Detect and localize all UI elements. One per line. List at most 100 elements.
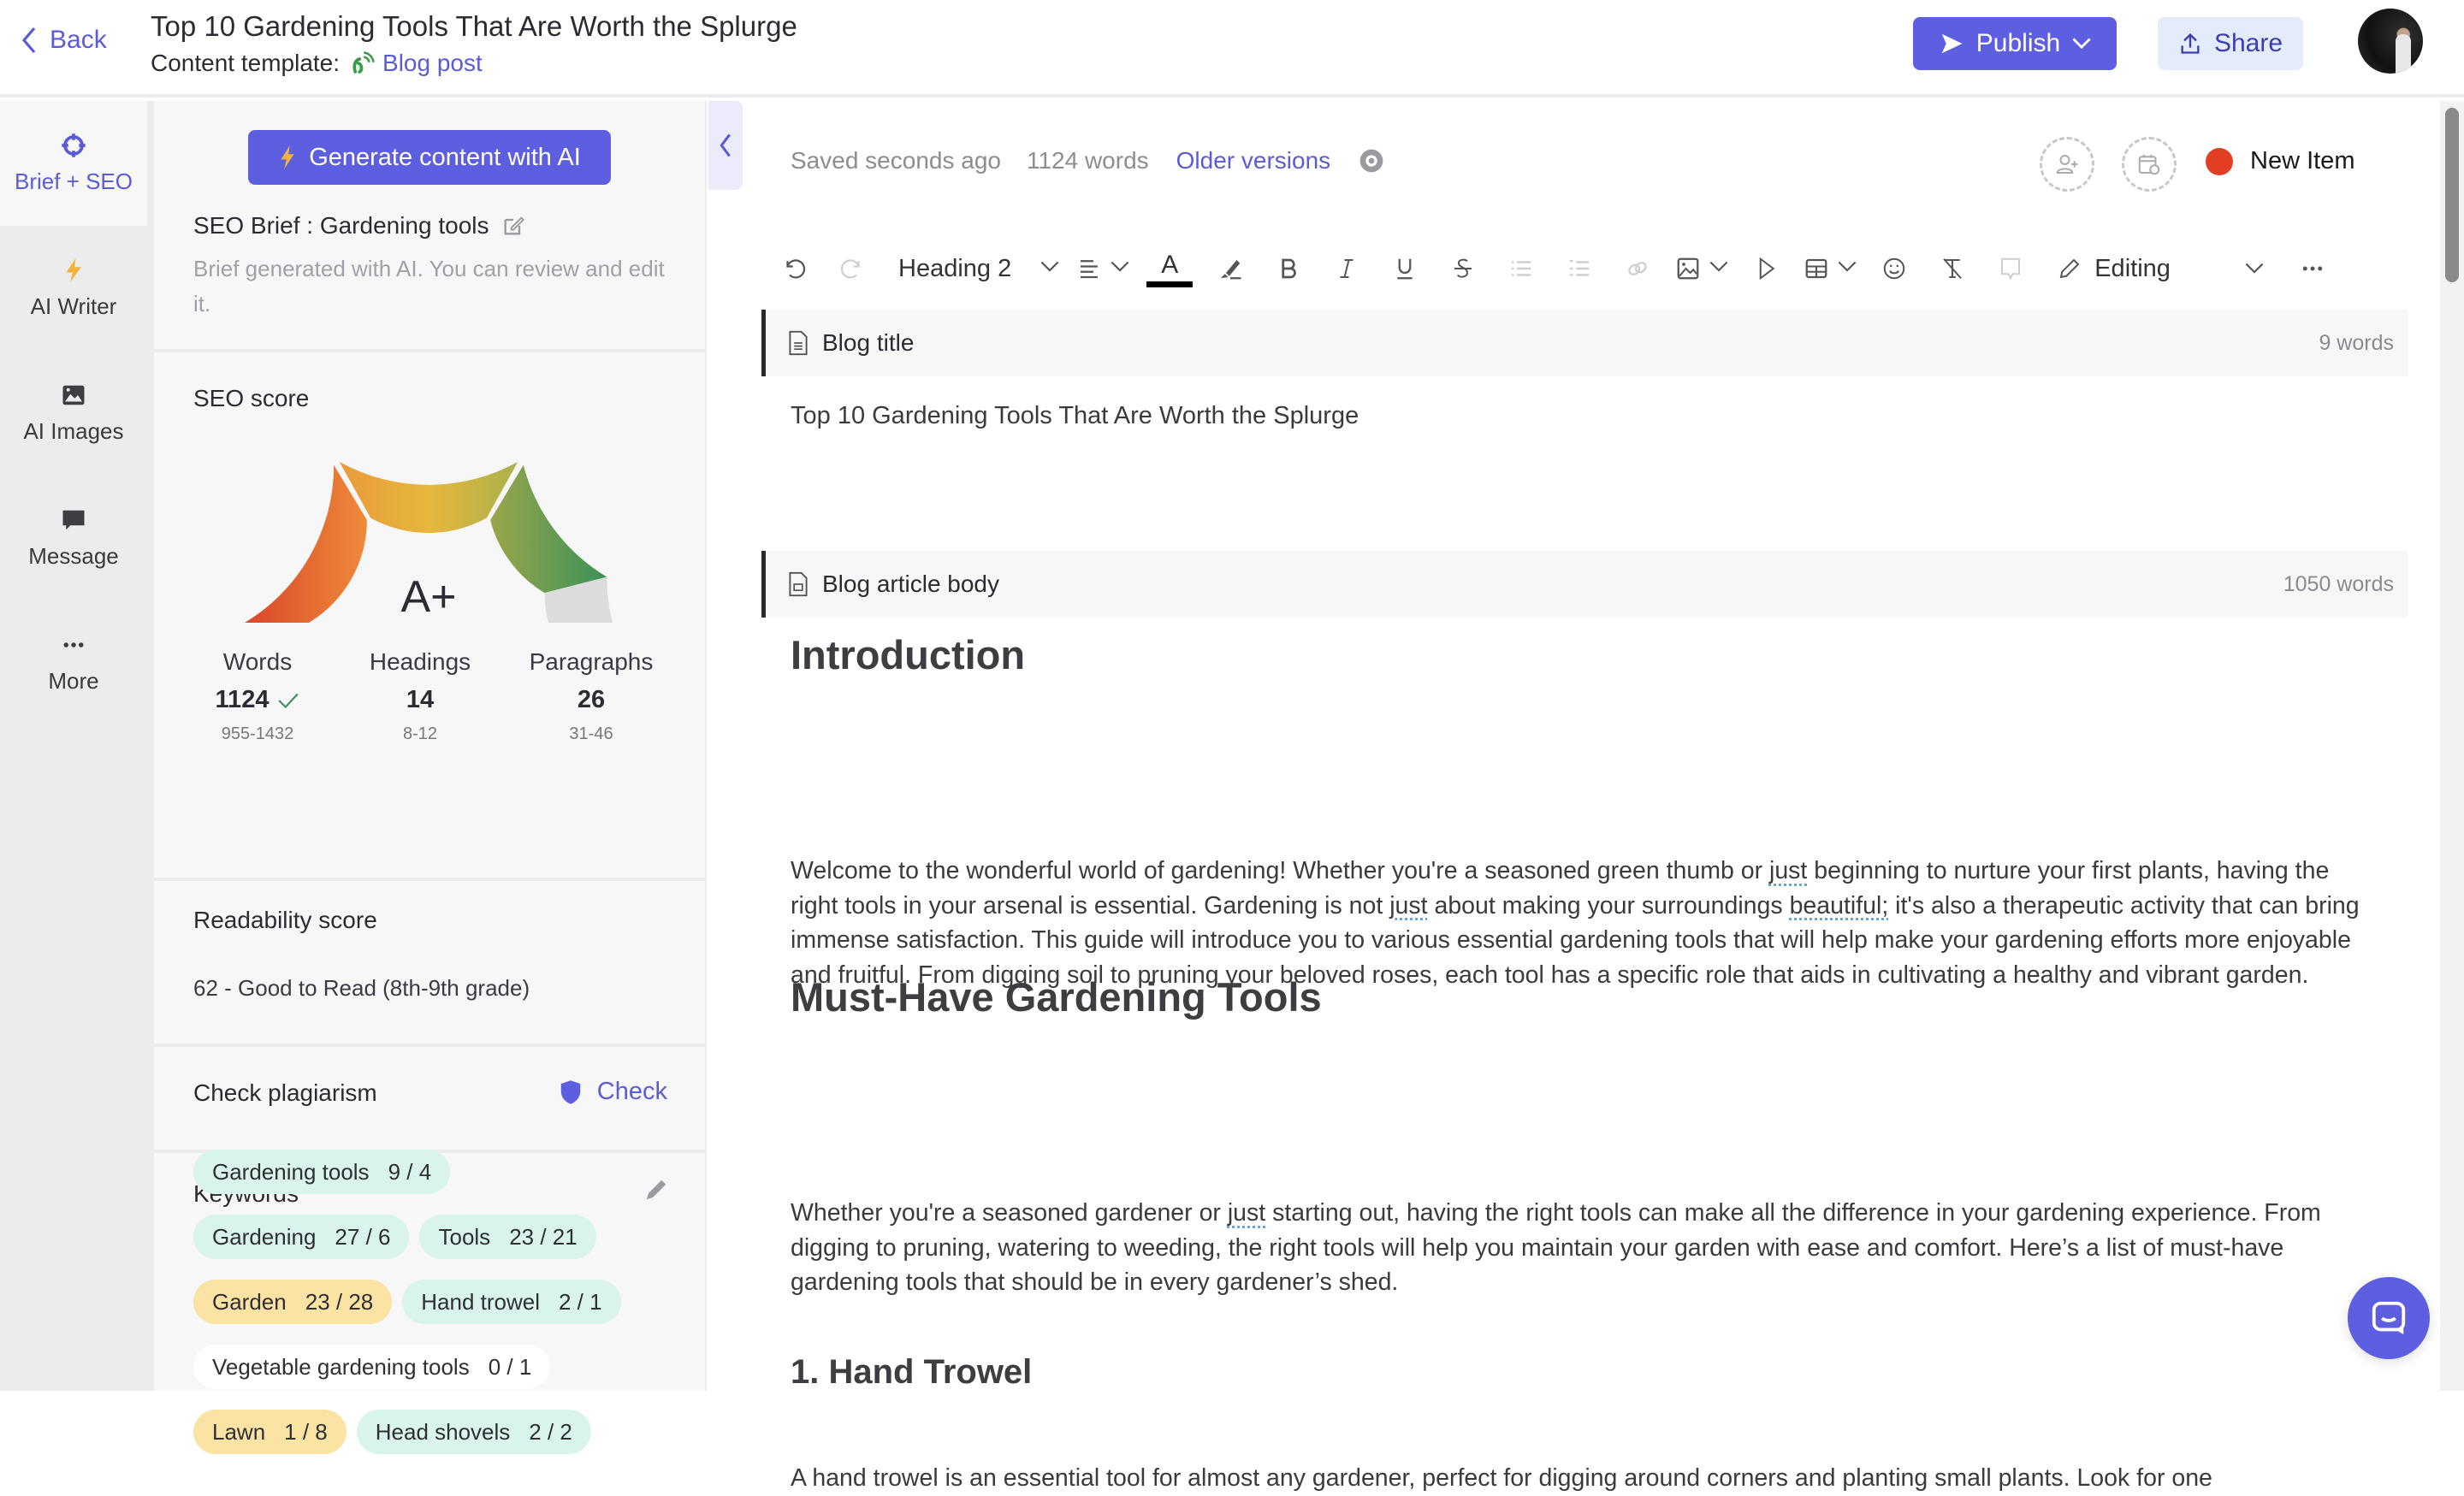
schedule-button[interactable] xyxy=(2122,137,2177,192)
block-style-dropdown[interactable]: Heading 2 xyxy=(890,243,1059,294)
insert-media-button[interactable] xyxy=(1745,243,1786,294)
underline-button[interactable] xyxy=(1384,243,1425,294)
block-word-count: 1050 words xyxy=(2283,571,2394,596)
back-button[interactable]: Back xyxy=(21,26,107,55)
font-color-button[interactable]: A xyxy=(1146,243,1194,294)
bold-button[interactable] xyxy=(1268,243,1309,294)
edit-icon[interactable] xyxy=(501,214,525,238)
keyword-chip[interactable]: Lawn 1 / 8 xyxy=(193,1410,346,1454)
share-button[interactable]: Share xyxy=(2158,17,2303,70)
keyword-chip[interactable]: Garden 23 / 28 xyxy=(193,1280,393,1324)
checkmark-icon xyxy=(278,693,299,708)
redo-button[interactable] xyxy=(832,243,873,294)
bullet-list-button[interactable] xyxy=(1501,243,1542,294)
mode-chevron[interactable] xyxy=(2234,243,2275,294)
blog-title-input[interactable]: Top 10 Gardening Tools That Are Worth th… xyxy=(791,402,1359,430)
keyword-chip[interactable]: Hand trowel 2 / 1 xyxy=(402,1280,621,1324)
rail-item-brief-seo[interactable]: Brief + SEO xyxy=(0,101,147,226)
more-options-button[interactable] xyxy=(2292,243,2333,294)
heading-introduction: Introduction xyxy=(791,632,1026,677)
publish-button[interactable]: Publish xyxy=(1913,17,2117,70)
bullet-list-icon xyxy=(1511,261,1531,276)
align-dropdown[interactable] xyxy=(1076,243,1129,294)
collapse-panel-button[interactable] xyxy=(708,101,743,190)
keyword-chip[interactable]: Tools 23 / 21 xyxy=(419,1215,596,1259)
calendar-clock-icon xyxy=(2138,154,2160,175)
chevron-down-icon xyxy=(1040,261,1059,272)
italic-button[interactable] xyxy=(1326,243,1367,294)
eye-icon[interactable] xyxy=(1358,147,1385,174)
add-user-icon xyxy=(2056,155,2078,174)
rail-item-more[interactable]: More xyxy=(0,600,147,725)
keyword-count: 2 / 1 xyxy=(558,1288,602,1315)
insert-table-dropdown[interactable] xyxy=(1804,243,1857,294)
clear-format-button[interactable] xyxy=(1932,243,1973,294)
brief-section: SEO Brief : Gardening tools Brief genera… xyxy=(154,101,707,352)
keyword-chip[interactable]: Vegetable gardening tools 0 / 1 xyxy=(193,1345,551,1389)
undo-button[interactable] xyxy=(773,243,814,294)
lightning-icon xyxy=(66,257,81,282)
comment-button[interactable] xyxy=(1990,243,2031,294)
highlight-button[interactable] xyxy=(1210,243,1251,294)
comment-icon xyxy=(2001,257,2021,281)
keyword-chip[interactable]: Gardening tools 9 / 4 xyxy=(193,1150,451,1194)
block-style-value: Heading 2 xyxy=(898,254,1012,282)
heading-hand-trowel: 1. Hand Trowel xyxy=(791,1353,1033,1391)
rail-item-ai-writer[interactable]: AI Writer xyxy=(0,226,147,351)
play-icon xyxy=(1759,257,1775,281)
more-horizontal-icon xyxy=(2302,266,2323,271)
strikethrough-icon xyxy=(1454,258,1472,278)
check-plagiarism-button[interactable]: Check xyxy=(560,1078,667,1106)
keyword-term: Tools xyxy=(438,1223,491,1250)
chevron-down-icon xyxy=(2245,263,2264,274)
block-label: Blog title xyxy=(822,329,915,356)
insert-image-dropdown[interactable] xyxy=(1675,243,1728,294)
mode-label: Editing xyxy=(2094,254,2171,282)
keyword-chip[interactable]: Gardening 27 / 6 xyxy=(193,1215,410,1259)
spelling-suggestion[interactable]: just xyxy=(1228,1199,1265,1227)
user-avatar[interactable] xyxy=(2358,9,2423,74)
align-icon xyxy=(1081,260,1099,279)
link-button[interactable] xyxy=(1617,243,1658,294)
scrollbar-thumb[interactable] xyxy=(2445,108,2459,282)
italic-icon xyxy=(1340,259,1353,278)
chevron-down-icon xyxy=(1838,261,1857,272)
keyword-term: Gardening xyxy=(212,1223,317,1250)
item-status[interactable]: New Item xyxy=(2206,147,2354,175)
brief-heading: SEO Brief : Gardening tools xyxy=(193,212,525,239)
rail-label: More xyxy=(48,667,99,694)
spelling-suggestion[interactable]: beautiful; xyxy=(1790,892,1889,919)
keyword-term: Garden xyxy=(212,1288,287,1315)
rail-item-message[interactable]: Message xyxy=(0,476,147,600)
keyword-chip[interactable]: Head shovels 2 / 2 xyxy=(356,1410,591,1454)
older-versions-link[interactable]: Older versions xyxy=(1176,147,1331,174)
stat-label: Words xyxy=(222,648,293,675)
brief-title: SEO Brief : Gardening tools xyxy=(193,212,489,239)
seo-stats: Words 1124 955-1432 Headings 14 8-12 Par… xyxy=(193,648,672,744)
chat-bubble-icon xyxy=(62,510,85,529)
assign-user-button[interactable] xyxy=(2040,137,2094,192)
spelling-suggestion[interactable]: just xyxy=(1769,857,1807,884)
share-label: Share xyxy=(2213,29,2283,57)
rail-item-ai-images[interactable]: AI Images xyxy=(0,351,147,476)
support-chat-button[interactable] xyxy=(2348,1277,2430,1359)
seo-grade: A+ xyxy=(400,572,457,622)
mode-dropdown[interactable]: Editing xyxy=(2057,243,2171,294)
editor-status-bar: Saved seconds ago 1124 words Older versi… xyxy=(791,147,1385,174)
stat-range: 31-46 xyxy=(569,724,613,743)
editor-scrollbar[interactable] xyxy=(2440,101,2464,1391)
readability-section: Readability score 62 - Good to Read (8th… xyxy=(154,881,707,1047)
numbered-list-button[interactable] xyxy=(1559,243,1600,294)
emoji-button[interactable] xyxy=(1874,243,1915,294)
strikethrough-button[interactable] xyxy=(1442,243,1484,294)
font-color-swatch xyxy=(1146,281,1194,287)
document-title: Top 10 Gardening Tools That Are Worth th… xyxy=(151,10,797,42)
spelling-suggestion[interactable]: just xyxy=(1389,892,1427,919)
link-icon xyxy=(1628,262,1647,275)
document-icon xyxy=(789,330,808,356)
content-template: Content template: Blog post xyxy=(151,50,483,77)
template-link[interactable]: Blog post xyxy=(350,50,483,77)
stat-paragraphs: Paragraphs 26 31-46 xyxy=(518,648,664,744)
publish-label: Publish xyxy=(1975,29,2061,57)
keyword-count: 9 / 4 xyxy=(388,1158,432,1185)
